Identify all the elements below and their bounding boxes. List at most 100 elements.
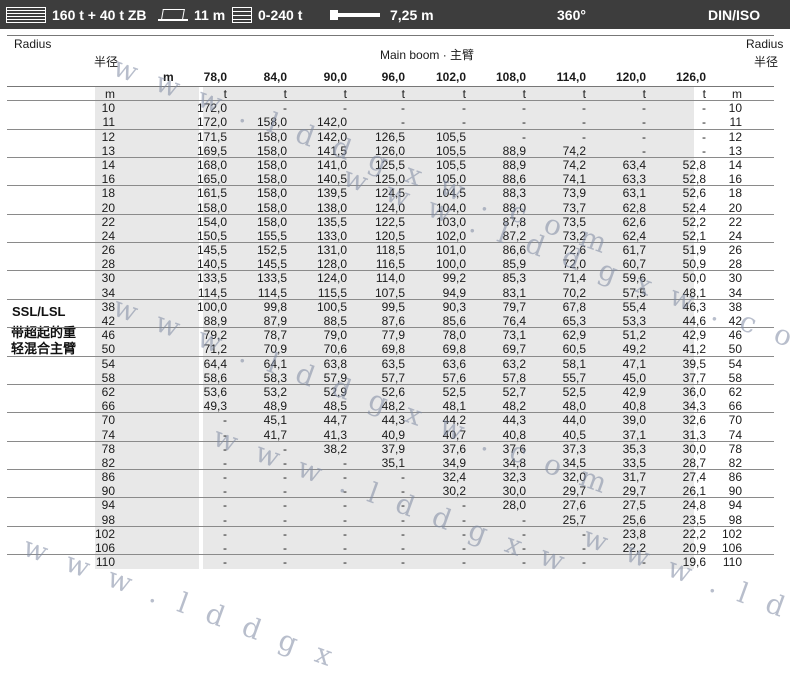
load-cell: 69,8 (442, 342, 466, 357)
radius-left-cell: 12 (101, 129, 115, 144)
load-cell: - (283, 470, 287, 485)
radius-left-cell: 18 (101, 186, 115, 201)
radius-right-cell: 94 (728, 498, 742, 513)
load-cell: 30,0 (682, 441, 706, 456)
load-cell: 32,0 (562, 470, 586, 485)
radius-left-cell: 78 (101, 441, 115, 456)
boom-length-3: 90,0 (323, 70, 347, 84)
radius-left-cell: 46 (101, 328, 115, 343)
load-cell: - (462, 541, 466, 555)
load-cell: 23,5 (682, 512, 706, 527)
load-cell: 100,0 (196, 299, 227, 314)
load-cell: 78,7 (263, 328, 287, 343)
table-row: 26 26 145,5 152,5 131,0 118,5 101,0 86,6 72,6 61,… (7, 243, 774, 258)
load-cell: 69,8 (381, 342, 405, 357)
load-cell: 102,0 (435, 228, 466, 243)
table-row: 30 30 133,5 133,5 124,0 114,0 99,2 85,3 71,4 59,6… (7, 271, 774, 286)
load-cell: 37,6 (502, 441, 526, 456)
slew-text: 360° (557, 6, 586, 23)
load-cell: 25,6 (622, 512, 646, 527)
load-cell: 52,2 (682, 214, 706, 229)
load-cell: 64,1 (263, 356, 287, 371)
radius-unit: m (732, 87, 742, 101)
boom-length-5: 102,0 (435, 70, 466, 84)
load-cell: - (462, 512, 466, 527)
boom-length-7: 114,0 (556, 70, 586, 84)
load-cell: 141,0 (316, 157, 347, 172)
standard-spec: DIN/ISO (708, 0, 760, 29)
ballast-range-text: 0-240 t (258, 6, 303, 23)
load-cell: 41,7 (263, 427, 287, 442)
load-cell: 32,6 (682, 413, 706, 428)
table-row: 12 12 171,5 158,0 142,0 126,5 105,5 - - - - (7, 129, 774, 144)
load-cell: 115,5 (317, 285, 347, 300)
load-cell: - (522, 541, 526, 555)
radius-right-cell: 11 (729, 115, 742, 130)
load-cell: 87,9 (263, 314, 287, 328)
load-cell: 67,8 (562, 299, 586, 314)
load-cell: 87,2 (502, 228, 526, 243)
load-cell: - (401, 470, 405, 485)
radius-left-cell: 24 (101, 228, 115, 243)
load-cell: 88,9 (502, 157, 526, 172)
ballast-width-spec: 11 m (158, 0, 225, 29)
table-row: 82 82 - - - 35,1 34,9 34,8 34,5 33,5 28,7 (7, 455, 774, 471)
load-cell: - (642, 101, 646, 116)
radius-right-cell: 58 (728, 370, 742, 385)
load-cell: 42,9 (622, 384, 646, 399)
radius-left-cell: 50 (101, 342, 115, 357)
counterweight-icon (6, 6, 46, 23)
table-row: 78 78 - - 38,2 37,9 37,6 37,6 37,3 35,3 30,0 (7, 441, 774, 456)
boom-length-1: 78,0 (203, 70, 227, 84)
load-cell: 44,6 (682, 314, 706, 328)
ballast-weight-icon (232, 6, 252, 23)
radius-left-cell: 66 (101, 399, 115, 414)
load-cell: - (522, 115, 526, 130)
load-cell: 88,5 (323, 314, 347, 328)
radius-right-cell: 78 (728, 441, 742, 456)
table-row: 50 50 71,2 70,9 70,6 69,8 69,8 69,7 60,5 49,2 41,2 (7, 342, 774, 357)
load-cell: 52,7 (502, 384, 526, 399)
load-cell: 29,7 (562, 484, 586, 499)
radius-left-cell: 82 (101, 455, 115, 470)
table-row: 42 42 88,9 87,9 88,5 87,6 85,6 76,4 65,3 53,3 44,6 (7, 314, 774, 329)
load-cell: 169,5 (196, 143, 227, 158)
load-cell: - (401, 541, 405, 555)
load-cell: 126,0 (374, 143, 405, 158)
spec-bar: 160 t + 40 t ZB 11 m 0-240 t 7,25 m 360°… (0, 0, 790, 29)
load-cell: 52,5 (442, 384, 466, 399)
load-cell: 141,5 (316, 143, 347, 158)
table-row: 28 28 140,5 145,5 128,0 116,5 100,0 85,9 72,0 60,… (7, 257, 774, 272)
load-cell: 45,0 (622, 370, 646, 385)
slew-spec: 360° (557, 0, 586, 29)
load-cell: - (223, 470, 227, 485)
radius-right-cell: 28 (728, 257, 742, 272)
radius-right-cell: 62 (728, 384, 742, 399)
load-cell: 58,3 (263, 370, 287, 385)
load-cell: 85,6 (442, 314, 466, 328)
load-cell: 31,3 (682, 427, 706, 442)
load-cell: 116,5 (375, 257, 405, 272)
radius-right-cell: 34 (728, 285, 742, 300)
load-cell: 83,1 (502, 285, 526, 300)
load-cell: - (582, 129, 586, 144)
table-row: 110 110 - - - - - - - - 19,6 (7, 555, 774, 570)
beam-offset-icon (330, 9, 380, 20)
load-cell: 57,8 (502, 370, 526, 385)
load-cell: 41,2 (682, 342, 706, 357)
table-row: 13 13 169,5 158,0 141,5 126,0 105,5 88,9 74,2 - - (7, 143, 774, 158)
load-cell: 105,5 (435, 157, 466, 172)
load-cell: 100,0 (435, 257, 466, 272)
load-cell: 100,5 (316, 299, 347, 314)
table-row: 74 74 - 41,7 41,3 40,9 40,7 40,8 40,5 37,1 31,3 (7, 427, 774, 442)
load-cell: 37,7 (682, 370, 706, 385)
load-cell: 131,0 (316, 243, 347, 258)
load-cell: 44,2 (442, 413, 466, 428)
load-cell: 49,2 (622, 342, 646, 357)
radius-right-cell: 30 (728, 271, 742, 286)
boom-length-6: 108,0 (495, 70, 526, 84)
radius-right-cell: 10 (728, 101, 742, 116)
load-cell: 57,9 (323, 370, 347, 385)
table-row: 90 90 - - - - 30,2 30,0 29,7 29,7 26,1 (7, 484, 774, 499)
load-cell: 85,3 (502, 271, 526, 286)
